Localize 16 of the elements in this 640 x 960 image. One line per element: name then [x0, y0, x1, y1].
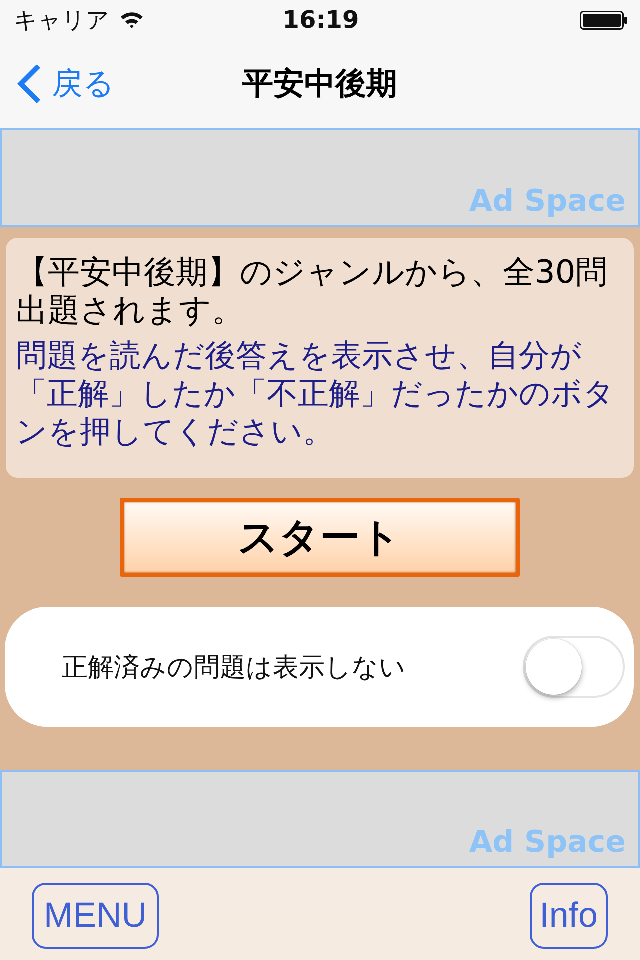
instructions-text: 問題を読んだ後答えを表示させ、自分が「正解」したか「不正解」だったかのボタンを押してください。: [16, 337, 616, 451]
ad-label: Ad Space: [469, 825, 626, 860]
info-button[interactable]: Info: [530, 882, 608, 948]
wifi-icon: [120, 11, 144, 29]
ad-label: Ad Space: [469, 184, 626, 219]
menu-button[interactable]: MENU: [32, 882, 160, 948]
battery-icon: [580, 10, 628, 30]
screen-title: 平安中後期: [242, 65, 398, 104]
status-time: 16:19: [282, 6, 360, 34]
setting-label: 正解済みの問題は表示しない: [62, 652, 406, 684]
carrier-name: キャリア: [14, 6, 110, 36]
toggle-switch[interactable]: [523, 636, 625, 698]
back-button[interactable]: 戻る: [16, 63, 115, 105]
start-button[interactable]: スタート: [120, 498, 520, 577]
summary-text: 【平安中後期】のジャンルから、全30問出題されます。: [16, 253, 609, 329]
back-chevron-icon: [16, 65, 40, 103]
